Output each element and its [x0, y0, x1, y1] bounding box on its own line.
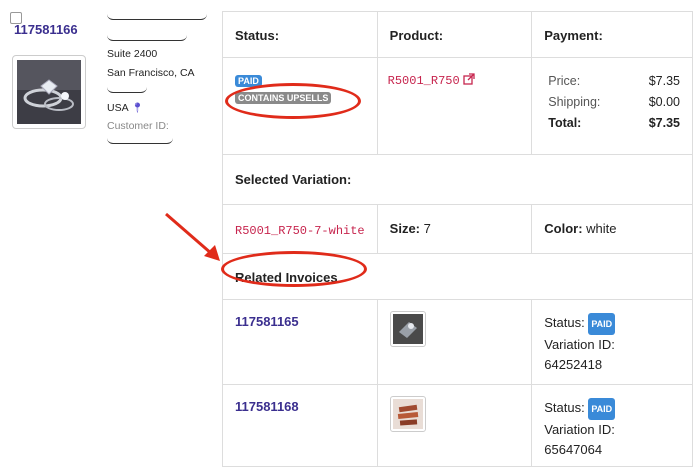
price-label: Price: — [548, 74, 581, 88]
paid-badge: PAID — [588, 313, 616, 335]
related-invoice-link[interactable]: 117581168 — [235, 399, 299, 414]
payment-cell: Price: $7.35 Shipping: $0.00 Total: $7.3… — [531, 57, 693, 155]
shipping-label: Shipping: — [548, 95, 601, 109]
status-header: Status: — [222, 11, 378, 58]
size-cell: Size: 7 — [376, 204, 533, 254]
related-invoice-status-cell: Status: PAID Variation ID: 64252418 — [531, 299, 693, 385]
variation-id-label: Variation ID: — [544, 337, 615, 352]
size-label: Size: — [389, 221, 420, 236]
payment-header: Payment: — [531, 11, 693, 58]
order-details-table: Status: Product: Payment: PAID CONTAINS … — [222, 11, 693, 467]
customer-id-label: Customer ID: — [107, 120, 169, 132]
address-city: San Francisco, CA — [107, 67, 195, 79]
redacted-customer-id — [107, 137, 173, 144]
related-invoice-row: 117581168 Status: PAID Variation ID: 656… — [222, 384, 693, 467]
total-value: $7.35 — [648, 116, 680, 130]
order-id-link[interactable]: 117581166 — [14, 22, 78, 37]
variation-id-label: Variation ID: — [544, 422, 615, 437]
related-invoice-link[interactable]: 117581165 — [235, 314, 299, 329]
address-country-text: USA — [107, 102, 129, 114]
color-value: white — [586, 221, 617, 236]
address-suite: Suite 2400 — [107, 48, 158, 60]
price-row: Price: $7.35 — [548, 74, 680, 88]
product-cell: R5001_R750 — [376, 57, 533, 155]
redacted-street — [107, 34, 187, 41]
related-invoice-thumbnail[interactable] — [389, 396, 426, 432]
product-sku-link[interactable]: R5001_R750 — [388, 74, 460, 88]
redacted-name — [107, 13, 207, 20]
related-invoice-image-cell — [376, 384, 533, 467]
color-label: Color: — [544, 221, 583, 236]
map-pin-icon[interactable]: 📍︎ — [131, 103, 144, 114]
color-cell: Color: white — [531, 204, 693, 254]
external-link-icon[interactable] — [463, 72, 475, 87]
total-label: Total: — [548, 116, 582, 130]
product-image — [12, 55, 86, 129]
annotation-arrow-icon — [165, 212, 220, 261]
size-value: 7 — [423, 221, 431, 236]
total-row: Total: $7.35 — [548, 116, 680, 130]
related-invoice-row: 117581165 Status: PAID Variation ID: 642… — [222, 299, 693, 385]
shipping-value: $0.00 — [648, 95, 680, 109]
paid-badge: PAID — [588, 398, 616, 420]
upsell-highlight-ellipse — [225, 83, 361, 119]
related-invoice-id-cell: 117581165 — [222, 299, 378, 385]
selected-variation-header: Selected Variation: — [222, 154, 693, 205]
variation-sku-cell: R5001_R750-7-white — [222, 204, 378, 254]
status-label: Status: — [544, 315, 585, 330]
product-header: Product: — [376, 11, 533, 58]
related-invoice-id-cell: 117581168 — [222, 384, 378, 467]
variation-id-value: 65647064 — [544, 442, 603, 457]
variation-id-value: 64252418 — [544, 357, 603, 372]
related-invoice-thumbnail[interactable] — [389, 311, 426, 347]
related-invoice-status-cell: Status: PAID Variation ID: 65647064 — [531, 384, 693, 467]
related-invoices-highlight-ellipse — [221, 251, 367, 287]
redacted-zip — [107, 86, 147, 93]
shipping-row: Shipping: $0.00 — [548, 95, 680, 109]
variation-sku: R5001_R750-7-white — [235, 224, 365, 238]
status-label: Status: — [544, 400, 585, 415]
related-invoice-image-cell — [376, 299, 533, 385]
address-country: USA 📍︎ — [107, 102, 144, 114]
price-value: $7.35 — [648, 74, 680, 88]
